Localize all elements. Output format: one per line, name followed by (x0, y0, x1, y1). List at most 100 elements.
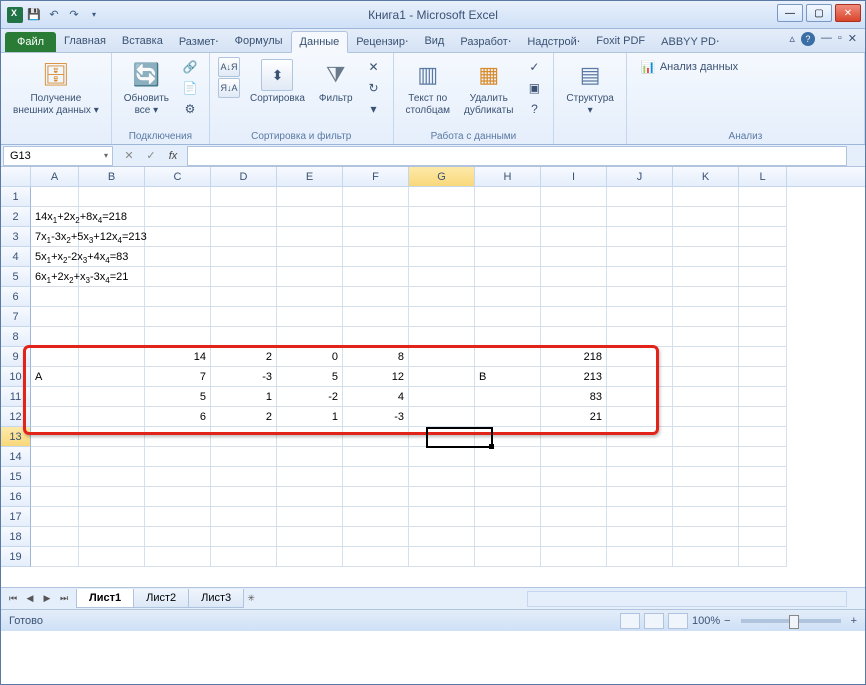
cell-L5[interactable] (739, 267, 787, 287)
cell-E7[interactable] (277, 307, 343, 327)
cell-G5[interactable] (409, 267, 475, 287)
row-header-8[interactable]: 8 (1, 327, 31, 347)
cell-F14[interactable] (343, 447, 409, 467)
cell-J6[interactable] (607, 287, 673, 307)
cell-I19[interactable] (541, 547, 607, 567)
cell-J2[interactable] (607, 207, 673, 227)
ribbon-tab-8[interactable]: Надстрой⋅ (519, 31, 588, 52)
maximize-button[interactable]: ▢ (806, 4, 832, 22)
cell-B15[interactable] (79, 467, 145, 487)
cell-H16[interactable] (475, 487, 541, 507)
cell-B1[interactable] (79, 187, 145, 207)
cell-K6[interactable] (673, 287, 739, 307)
cell-G12[interactable] (409, 407, 475, 427)
cell-L3[interactable] (739, 227, 787, 247)
edit-links-button[interactable]: ⚙ (179, 99, 201, 119)
cell-B11[interactable] (79, 387, 145, 407)
cell-C16[interactable] (145, 487, 211, 507)
cell-F8[interactable] (343, 327, 409, 347)
cell-E5[interactable] (277, 267, 343, 287)
cell-K13[interactable] (673, 427, 739, 447)
cell-F13[interactable] (343, 427, 409, 447)
zoom-in-button[interactable]: + (851, 615, 857, 627)
cell-L16[interactable] (739, 487, 787, 507)
cell-K8[interactable] (673, 327, 739, 347)
cell-C11[interactable]: 5 (145, 387, 211, 407)
cell-K5[interactable] (673, 267, 739, 287)
whatif-button[interactable]: ? (523, 99, 545, 119)
cell-L9[interactable] (739, 347, 787, 367)
col-header-D[interactable]: D (211, 167, 277, 186)
cell-L4[interactable] (739, 247, 787, 267)
sheet-nav-prev[interactable]: ◀ (22, 591, 38, 607)
cell-A10[interactable]: A (31, 367, 79, 387)
name-box[interactable]: G13 (3, 146, 113, 166)
row-header-10[interactable]: 10 (1, 367, 31, 387)
row-header-16[interactable]: 16 (1, 487, 31, 507)
cell-L18[interactable] (739, 527, 787, 547)
properties-button[interactable]: 📄 (179, 78, 201, 98)
row-header-7[interactable]: 7 (1, 307, 31, 327)
cell-H6[interactable] (475, 287, 541, 307)
cell-F15[interactable] (343, 467, 409, 487)
worksheet-grid[interactable]: ABCDEFGHIJKL 1214x1+2x2+8x4=21837x1-3x2+… (1, 167, 865, 587)
cell-J17[interactable] (607, 507, 673, 527)
cell-D17[interactable] (211, 507, 277, 527)
cell-J12[interactable] (607, 407, 673, 427)
ribbon-tab-1[interactable]: Вставка (114, 31, 171, 52)
row-header-18[interactable]: 18 (1, 527, 31, 547)
cell-D3[interactable] (211, 227, 277, 247)
cell-L8[interactable] (739, 327, 787, 347)
col-header-J[interactable]: J (607, 167, 673, 186)
external-data-button[interactable]: 🗄 Получение внешних данных ▾ (9, 57, 103, 119)
refresh-all-button[interactable]: 🔄 Обновить все ▾ (120, 57, 173, 119)
cell-D4[interactable] (211, 247, 277, 267)
cell-G15[interactable] (409, 467, 475, 487)
cell-I16[interactable] (541, 487, 607, 507)
ribbon-minimize-icon[interactable]: ▵ (789, 32, 795, 46)
cell-A2[interactable]: 14x1+2x2+8x4=218 (31, 207, 79, 227)
cell-K16[interactable] (673, 487, 739, 507)
cell-I17[interactable] (541, 507, 607, 527)
cell-C5[interactable] (145, 267, 211, 287)
zoom-slider[interactable] (741, 619, 841, 623)
outline-button[interactable]: ▤ Структура ▾ (562, 57, 617, 119)
cell-B7[interactable] (79, 307, 145, 327)
cell-L6[interactable] (739, 287, 787, 307)
col-header-A[interactable]: A (31, 167, 79, 186)
sheet-tab-2[interactable]: Лист3 (188, 589, 244, 608)
cell-G19[interactable] (409, 547, 475, 567)
cell-F3[interactable] (343, 227, 409, 247)
col-header-K[interactable]: K (673, 167, 739, 186)
cell-C19[interactable] (145, 547, 211, 567)
cell-C14[interactable] (145, 447, 211, 467)
cell-E18[interactable] (277, 527, 343, 547)
cell-G16[interactable] (409, 487, 475, 507)
doc-close-icon[interactable]: ✕ (848, 32, 857, 46)
sort-button[interactable]: ⬍ Сортировка (246, 57, 309, 107)
cell-A17[interactable] (31, 507, 79, 527)
cell-C1[interactable] (145, 187, 211, 207)
cell-C15[interactable] (145, 467, 211, 487)
cell-K19[interactable] (673, 547, 739, 567)
row-header-3[interactable]: 3 (1, 227, 31, 247)
cell-F19[interactable] (343, 547, 409, 567)
cell-D2[interactable] (211, 207, 277, 227)
cell-J14[interactable] (607, 447, 673, 467)
col-header-I[interactable]: I (541, 167, 607, 186)
sheet-nav-last[interactable]: ⏭ (56, 591, 72, 607)
cell-C13[interactable] (145, 427, 211, 447)
cell-G3[interactable] (409, 227, 475, 247)
cell-D12[interactable]: 2 (211, 407, 277, 427)
cell-B19[interactable] (79, 547, 145, 567)
cell-J7[interactable] (607, 307, 673, 327)
cell-B10[interactable] (79, 367, 145, 387)
cell-A6[interactable] (31, 287, 79, 307)
advanced-button[interactable]: ▾ (363, 99, 385, 119)
cell-J4[interactable] (607, 247, 673, 267)
help-icon[interactable]: ? (801, 32, 815, 46)
cell-C10[interactable]: 7 (145, 367, 211, 387)
row-header-6[interactable]: 6 (1, 287, 31, 307)
cell-A19[interactable] (31, 547, 79, 567)
cell-C6[interactable] (145, 287, 211, 307)
